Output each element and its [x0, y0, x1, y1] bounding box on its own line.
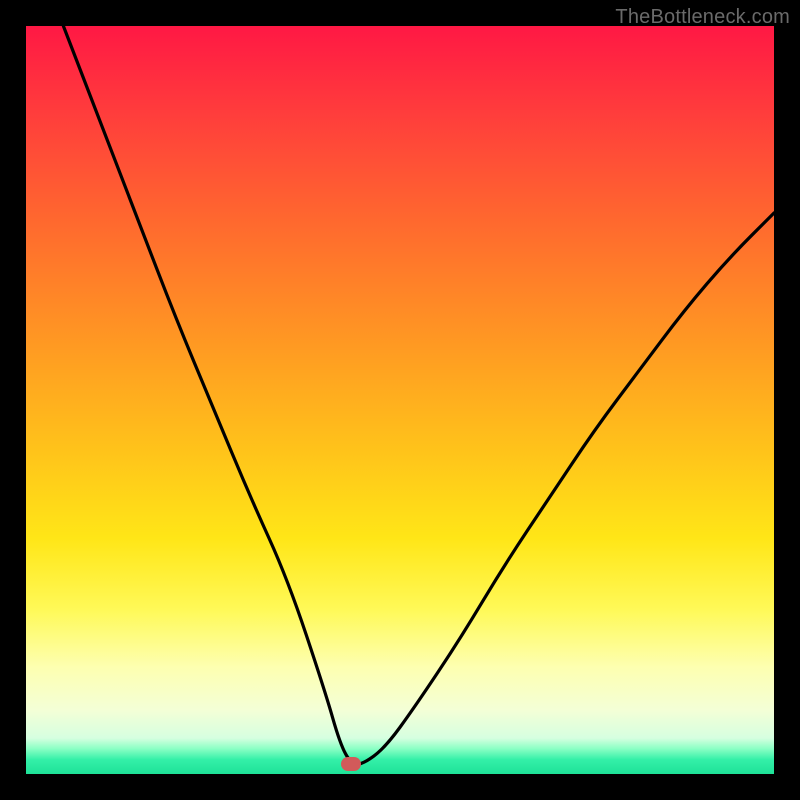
optimal-point-marker	[341, 757, 361, 771]
green-band	[26, 738, 774, 774]
heat-gradient	[26, 26, 774, 738]
chart-frame: TheBottleneck.com	[0, 0, 800, 800]
plot-area	[26, 26, 774, 774]
